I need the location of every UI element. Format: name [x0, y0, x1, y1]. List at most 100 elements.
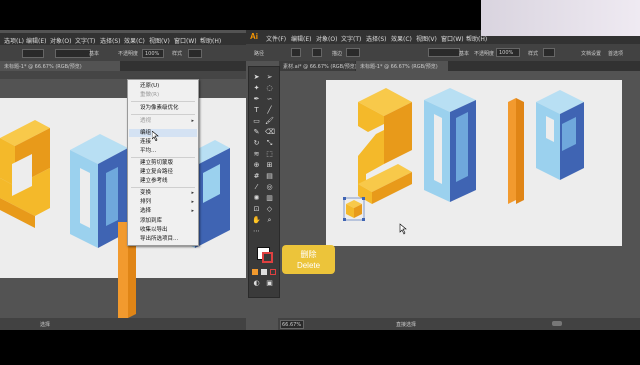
type-tool-icon[interactable]: T [252, 106, 261, 115]
line-tool-icon[interactable]: ╱ [265, 106, 274, 115]
paintbrush-icon[interactable]: 🖌 [265, 117, 274, 126]
document-tab[interactable]: 未标题-1* @ 66.67% (RGB/预览) [0, 61, 120, 71]
opacity-field[interactable]: 100% [496, 48, 520, 57]
basic-label: 基本 [459, 51, 470, 57]
curvature-icon[interactable]: ∽ [265, 95, 274, 104]
context-item-export-selection[interactable]: 导出所选项目... [140, 236, 178, 243]
selected-cube[interactable] [343, 197, 365, 221]
menu-item[interactable]: 对象(O) [50, 36, 71, 45]
free-transform-icon[interactable]: ⬚ [265, 150, 274, 159]
context-item-clipping-mask[interactable]: 建立剪切蒙版 [140, 160, 173, 167]
menu-item[interactable]: 编辑(E) [26, 36, 46, 45]
lasso-icon[interactable]: ◌ [265, 84, 274, 93]
selection-tool-icon[interactable]: ➤ [252, 73, 261, 82]
shape-builder-icon[interactable]: ⊕ [252, 161, 261, 170]
context-item-guides[interactable]: 建立参考线 [140, 178, 168, 185]
context-item-join[interactable]: 连接 [140, 139, 151, 146]
menu-item[interactable]: 视图(V) [149, 36, 170, 45]
stroke-label: 描边 [332, 51, 343, 57]
stroke-profile[interactable] [55, 49, 91, 58]
right-control-bar: 路径 描边 基本 不透明度 100% 样式 文档设置 首选项 [246, 44, 640, 61]
stroke-swatch[interactable] [312, 48, 322, 57]
context-separator [131, 101, 195, 102]
direct-selection-tool-icon[interactable]: ➢ [265, 73, 274, 82]
pen-tool-icon[interactable]: ✒ [252, 95, 261, 104]
color-mode-icon[interactable] [252, 269, 258, 275]
context-item-collect-export[interactable]: 收集以导出 [140, 227, 168, 234]
digit-2 [358, 88, 412, 204]
scale-icon[interactable]: ⤡ [265, 139, 274, 148]
stroke-color-swatch[interactable] [262, 252, 273, 263]
menu-item[interactable]: 选择(S) [100, 36, 121, 45]
rectangle-tool-icon[interactable]: ▭ [252, 117, 261, 126]
graph-tool-icon[interactable]: ▥ [265, 194, 274, 203]
document-tab-secondary[interactable]: 素材.ai* @ 66.67% (RGB/预览) [279, 61, 357, 71]
context-item-transform[interactable]: 变换 [140, 190, 151, 197]
menu-item[interactable]: 窗口(W) [441, 34, 464, 43]
preferences-button[interactable]: 首选项 [608, 50, 623, 57]
menu-item[interactable]: 文字(T) [75, 36, 95, 45]
eraser-icon[interactable]: ⌫ [265, 128, 275, 137]
context-item-redo[interactable]: 重做(R) [140, 92, 159, 99]
context-item-select[interactable]: 选择 [140, 208, 151, 215]
menu-item[interactable]: 选项(L) [4, 36, 24, 45]
zoom-field[interactable]: 66.67% [280, 320, 304, 329]
tools-panel: ➤ ➢ ✦ ◌ ✒ ∽ T ╱ ▭ 🖌 ✎ ⌫ ↻ ⤡ ≋ ⬚ ⊕ ⊞ # ▤ … [248, 66, 280, 298]
menu-item[interactable]: 窗口(W) [174, 36, 197, 45]
more-tools-icon[interactable]: ⋯ [252, 227, 261, 236]
gradient-mode-icon[interactable] [261, 269, 267, 275]
blend-icon[interactable]: ◎ [265, 183, 274, 192]
menu-item[interactable]: 编辑(E) [291, 34, 311, 43]
opacity-field[interactable]: 100% [142, 49, 164, 58]
context-item-undo[interactable]: 还原(U) [140, 83, 159, 90]
eyedropper-icon[interactable]: ⁄ [252, 183, 261, 192]
slice-tool-icon[interactable]: ◇ [265, 205, 274, 214]
stroke-profile-label: 基本 [89, 51, 100, 57]
context-item-compound-path[interactable]: 建立复合路径 [140, 169, 173, 176]
hand-tool-icon[interactable]: ✋ [252, 216, 261, 225]
fill-swatch[interactable] [22, 49, 44, 58]
doc-settings-button[interactable]: 文档设置 [581, 50, 601, 57]
draw-mode-icon[interactable]: ◐ [252, 279, 261, 288]
mesh-icon[interactable]: # [252, 172, 261, 181]
shaper-icon[interactable]: ✎ [252, 128, 261, 137]
context-item-average[interactable]: 平均... [140, 148, 156, 155]
menu-item[interactable]: 选择(S) [366, 34, 387, 43]
right-tab-bar: 素材.ai* @ 66.67% (RGB/预览) 未标题-1* @ 66.67%… [279, 61, 640, 71]
stroke-profile[interactable] [428, 48, 460, 57]
rotate-icon[interactable]: ↻ [252, 139, 261, 148]
context-item-arrange[interactable]: 排列 [140, 199, 151, 206]
context-separator [131, 187, 195, 188]
context-item-pixel-optimize[interactable]: 设为像素级优化 [140, 105, 179, 112]
perspective-grid-icon[interactable]: ⊞ [265, 161, 274, 170]
menu-item[interactable]: 帮助(H) [200, 36, 221, 45]
menu-item[interactable]: 对象(O) [316, 34, 337, 43]
menu-item[interactable]: 文字(T) [341, 34, 361, 43]
gradient-icon[interactable]: ▤ [265, 172, 274, 181]
document-tab-active[interactable]: 未标题-1* @ 66.67% (RGB/预览) [356, 61, 448, 71]
context-item-group[interactable]: 编组 [140, 130, 151, 137]
menu-item[interactable]: 效果(C) [124, 36, 145, 45]
horizontal-scrollbar[interactable] [552, 321, 562, 326]
magic-wand-icon[interactable]: ✦ [252, 84, 261, 93]
context-item-add-to-library[interactable]: 添加到库 [140, 218, 162, 225]
zoom-tool-icon[interactable]: ⌕ [265, 216, 274, 225]
none-mode-icon[interactable] [270, 269, 276, 275]
context-menu: 还原(U) 重做(R) 设为像素级优化 透视 ▸ 编组 连接 平均... 建立剪… [127, 79, 199, 246]
menu-item[interactable]: 视图(V) [416, 34, 437, 43]
width-tool-icon[interactable]: ≋ [252, 150, 261, 159]
symbol-sprayer-icon[interactable]: ✺ [252, 194, 261, 203]
menu-item[interactable]: 效果(C) [391, 34, 412, 43]
status-text: 选择 [40, 322, 51, 328]
cursor-icon [399, 223, 407, 235]
stroke-weight-field[interactable] [346, 48, 360, 57]
fill-swatch[interactable] [291, 48, 301, 57]
style-picker[interactable] [543, 48, 555, 57]
menu-item[interactable]: 文件(F) [266, 34, 286, 43]
context-item-perspective[interactable]: 透视 [140, 118, 151, 125]
style-picker[interactable] [188, 49, 202, 58]
artboard-tool-icon[interactable]: ⊡ [252, 205, 261, 214]
app-logo: Ai [250, 32, 258, 41]
delete-tooltip: 删除 Delete [282, 245, 335, 274]
screen-mode-icon[interactable]: ▣ [265, 279, 274, 288]
